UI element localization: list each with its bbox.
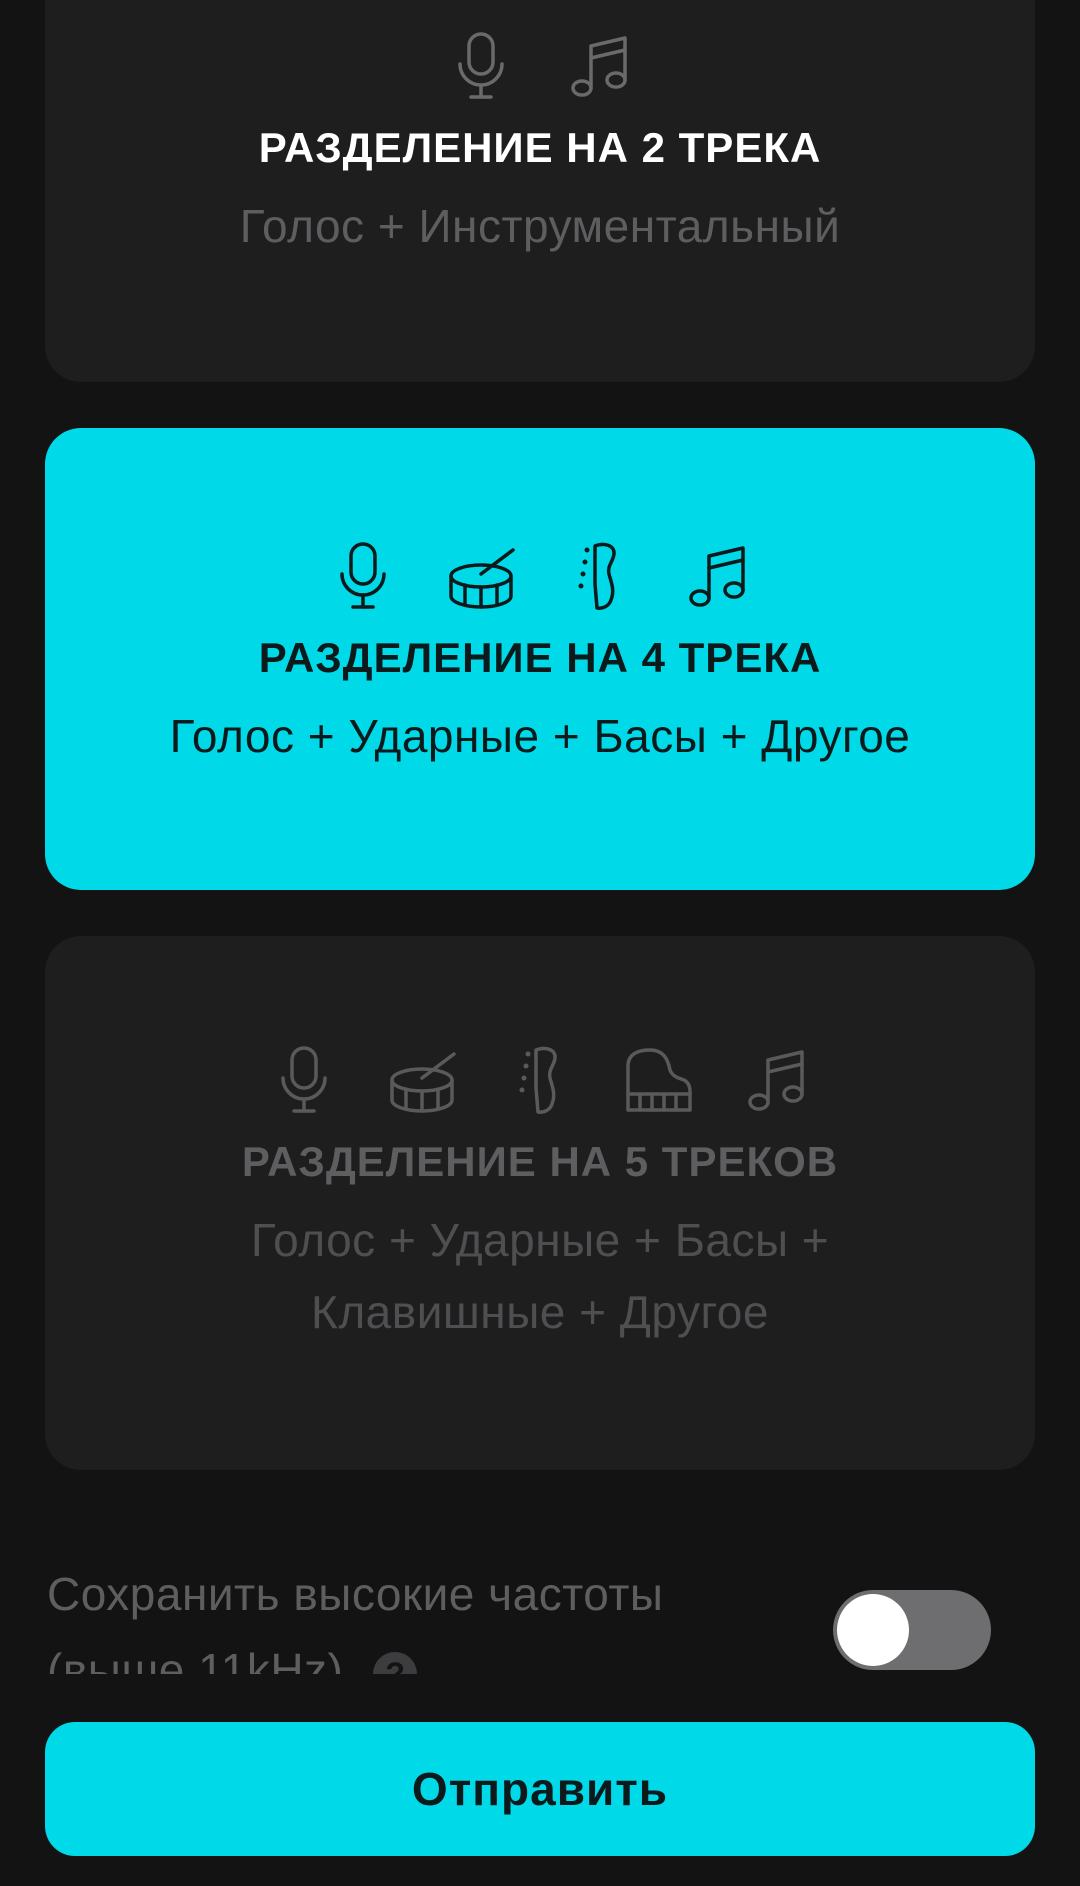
option-title: РАЗДЕЛЕНИЕ НА 5 ТРЕКОВ: [241, 1138, 839, 1185]
option-card-2-tracks[interactable]: РАЗДЕЛЕНИЕ НА 2 ТРЕКА Голос + Инструмент…: [45, 0, 1035, 382]
option-card-4-tracks[interactable]: РАЗДЕЛЕНИЕ НА 4 ТРЕКА Голос + Ударные + …: [45, 428, 1035, 890]
option-subtitle: Голос + Инструментальный: [239, 200, 841, 252]
option-icons: [329, 540, 751, 612]
microphone-icon: [447, 30, 515, 102]
option-subtitle: Голос + Ударные + Басы + Другое: [169, 710, 911, 762]
music-note-icon: [565, 30, 633, 102]
high-frequency-label: Сохранить высокие частоты (выше 11kHz)?: [47, 1556, 807, 1674]
drum-icon: [388, 1044, 456, 1116]
option-card-5-tracks[interactable]: РАЗДЕЛЕНИЕ НА 5 ТРЕКОВ Голос + Ударные +…: [45, 936, 1035, 1470]
option-icons: [270, 1044, 810, 1116]
bass-guitar-icon: [506, 1044, 574, 1116]
music-note-icon: [683, 540, 751, 612]
help-icon[interactable]: ?: [373, 1651, 418, 1674]
option-icons: [447, 30, 633, 102]
drum-icon: [447, 540, 515, 612]
piano-icon: [624, 1044, 692, 1116]
submit-button[interactable]: Отправить: [45, 1722, 1035, 1856]
high-frequency-toggle[interactable]: [833, 1590, 991, 1670]
high-frequency-label-text: Сохранить высокие частоты (выше 11kHz): [47, 1568, 664, 1674]
bass-guitar-icon: [565, 540, 633, 612]
toggle-knob[interactable]: [837, 1594, 909, 1666]
option-title: РАЗДЕЛЕНИЕ НА 4 ТРЕКА: [258, 634, 822, 681]
option-title: РАЗДЕЛЕНИЕ НА 2 ТРЕКА: [258, 124, 822, 171]
microphone-icon: [329, 540, 397, 612]
music-note-icon: [742, 1044, 810, 1116]
microphone-icon: [270, 1044, 338, 1116]
high-frequency-setting: Сохранить высокие частоты (выше 11kHz)?: [45, 1556, 1035, 1674]
option-subtitle: Голос + Ударные + Басы + Клавишные + Дру…: [250, 1214, 830, 1338]
